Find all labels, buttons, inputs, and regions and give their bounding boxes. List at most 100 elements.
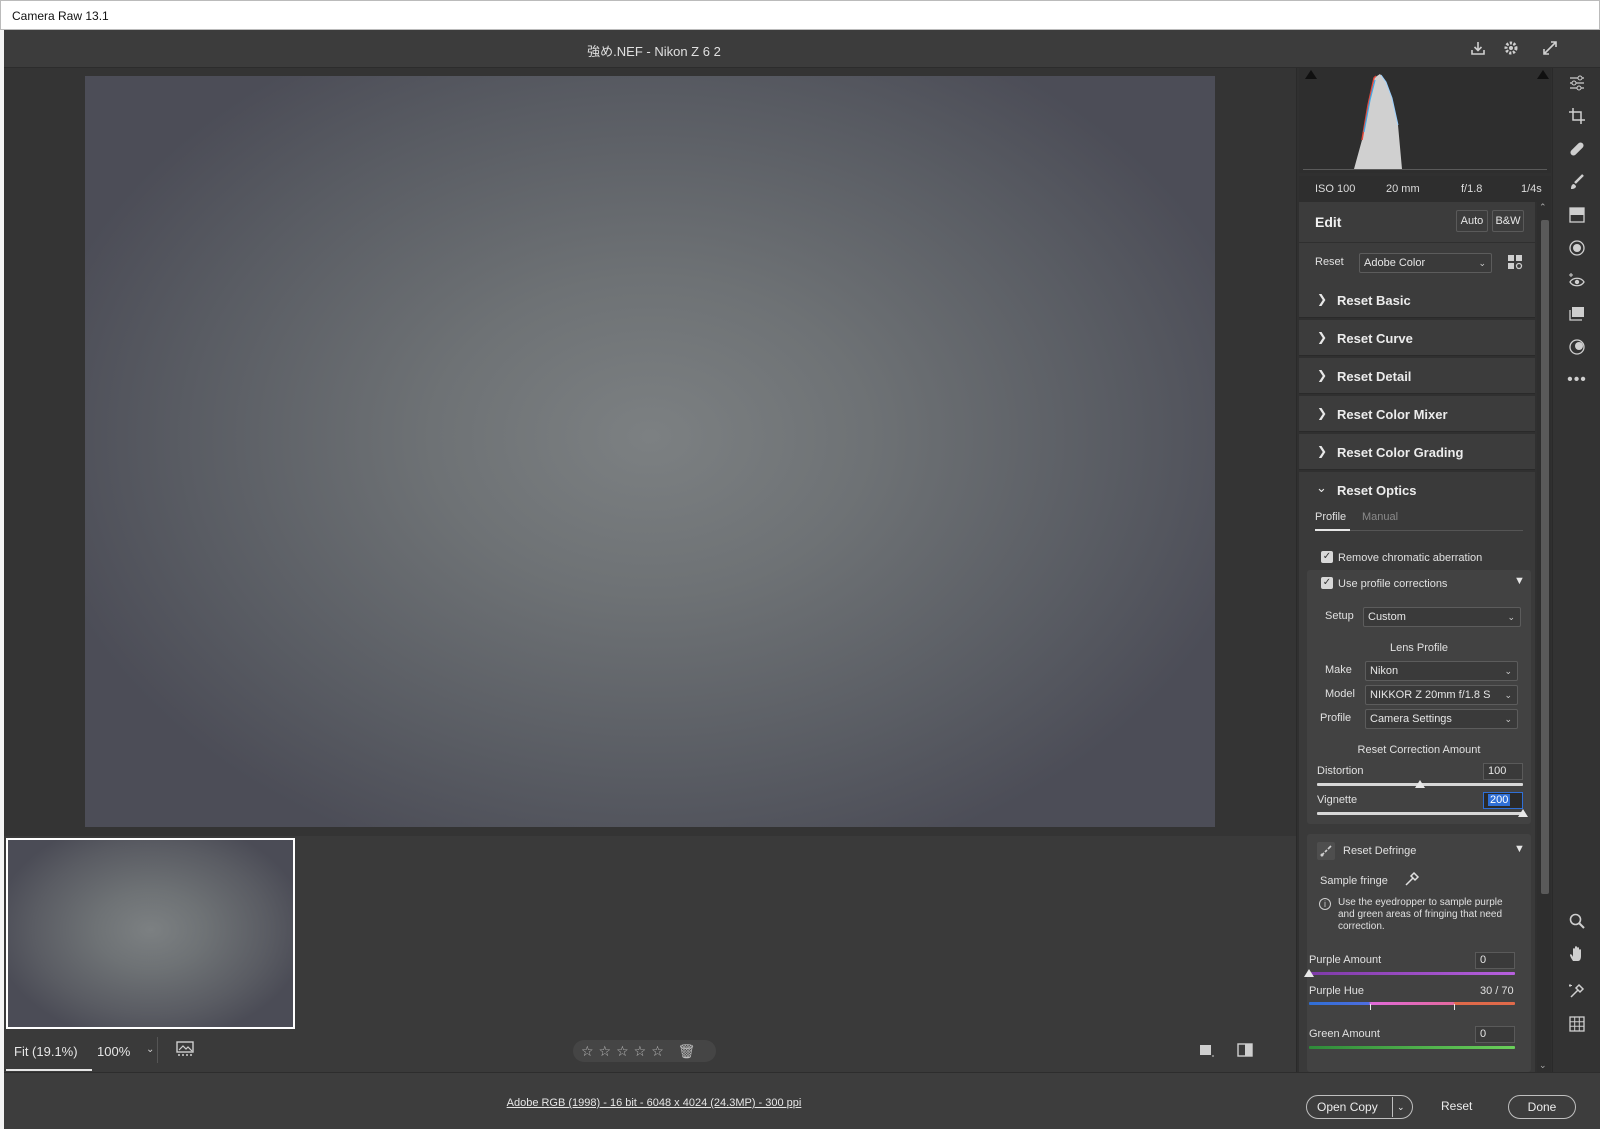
profile-browser-icon[interactable] [1507, 254, 1523, 270]
purple-hue-slider-track[interactable] [1309, 1002, 1515, 1005]
profile-select[interactable]: Adobe Color ⌄ [1359, 253, 1492, 273]
remove-ca-checkbox[interactable]: ✓ [1321, 551, 1333, 563]
panel-scrollbar-thumb[interactable] [1541, 220, 1549, 894]
purple-hue-value: 30 / 70 [1480, 985, 1514, 997]
setup-select[interactable]: Custom ⌄ [1363, 607, 1521, 627]
rating-stars[interactable]: ☆☆☆☆☆ 🗑 [573, 1040, 716, 1062]
viewer-bottom-bar: Fit (19.1%) 100% ⌄ ☆☆☆☆☆ 🗑 [4, 1029, 1296, 1072]
sample-fringe-label: Sample fringe [1320, 875, 1388, 887]
model-label: Model [1325, 688, 1355, 700]
green-amount-slider-track[interactable] [1309, 1046, 1515, 1049]
purple-hue-right-thumb[interactable] [1454, 1004, 1455, 1010]
section-color-grading[interactable]: ❯ Reset Color Grading [1299, 434, 1535, 470]
reset-button[interactable]: Reset [1441, 1099, 1472, 1113]
photo-preview[interactable] [85, 76, 1215, 827]
grid-overlay-icon[interactable] [1565, 1015, 1589, 1039]
color-sampler-icon[interactable] [1565, 982, 1589, 1006]
eyedropper-icon[interactable] [1403, 870, 1421, 888]
panel-scrollbar[interactable]: ⌃ ⌄ [1537, 202, 1551, 1072]
purple-amount-slider-track[interactable] [1309, 972, 1515, 975]
tab-manual[interactable]: Manual [1362, 511, 1398, 523]
shutter-value: 1/4s [1521, 183, 1542, 195]
highlight-clipping-icon[interactable] [1537, 70, 1549, 79]
purple-hue-left-thumb[interactable] [1370, 1004, 1371, 1010]
profile-reset-label[interactable]: Reset [1315, 256, 1344, 268]
section-detail[interactable]: ❯ Reset Detail [1299, 358, 1535, 394]
section-color-mixer[interactable]: ❯ Reset Color Mixer [1299, 396, 1535, 432]
histogram-graph [1354, 74, 1402, 169]
camera-info: ISO 100 20 mm f/1.8 1/4s [1299, 176, 1551, 202]
healing-icon[interactable] [1565, 140, 1589, 164]
purple-amount-slider-thumb[interactable] [1304, 969, 1314, 977]
zoom-100-button[interactable]: 100% [97, 1044, 130, 1059]
use-profile-checkbox[interactable]: ✓ [1321, 577, 1333, 589]
open-copy-dropdown-icon[interactable]: ⌄ [1397, 1095, 1405, 1119]
edit-sliders-icon[interactable] [1565, 74, 1589, 98]
bw-button[interactable]: B&W [1492, 210, 1524, 232]
star-rating[interactable]: ☆☆☆☆☆ [581, 1043, 669, 1059]
green-amount-input[interactable]: 0 [1475, 1026, 1515, 1043]
section-curve[interactable]: ❯ Reset Curve [1299, 320, 1535, 356]
collapse-triangle-icon[interactable]: ▼ [1514, 843, 1525, 855]
defringe-info-text: Use the eyedropper to sample purple and … [1338, 897, 1503, 932]
vignette-slider-track[interactable] [1317, 812, 1523, 815]
distortion-slider-thumb[interactable] [1415, 780, 1425, 788]
filmstrip-toggle-icon[interactable] [176, 1041, 198, 1059]
filmstrip [4, 836, 1296, 1029]
section-color-grading-label: Reset Color Grading [1337, 445, 1464, 460]
zoom-tool-icon[interactable] [1565, 912, 1589, 936]
chevron-down-icon: ⌄ [1504, 690, 1512, 700]
before-after-view-icon[interactable] [1236, 1041, 1256, 1061]
filmstrip-thumbnail[interactable] [6, 838, 295, 1029]
distortion-input[interactable]: 100 [1483, 763, 1523, 780]
edit-panel: ISO 100 20 mm f/1.8 1/4s Edit Auto B&W R… [1296, 68, 1552, 1072]
settings-gear-icon[interactable] [1501, 39, 1521, 59]
scroll-up-icon[interactable]: ⌃ [1539, 202, 1547, 213]
make-select[interactable]: Nikon ⌄ [1365, 661, 1518, 681]
model-select[interactable]: NIKKOR Z 20mm f/1.8 S ⌄ [1365, 685, 1518, 705]
defringe-icon[interactable] [1317, 842, 1335, 860]
snapshots-icon[interactable] [1565, 305, 1589, 329]
distortion-label: Distortion [1317, 765, 1364, 777]
image-viewer[interactable] [4, 68, 1296, 836]
scroll-down-icon[interactable]: ⌄ [1539, 1060, 1547, 1071]
zoom-fit-button[interactable]: Fit (19.1%) [14, 1044, 78, 1059]
fullscreen-icon[interactable] [1540, 39, 1560, 59]
purple-amount-input[interactable]: 0 [1475, 952, 1515, 969]
red-eye-icon[interactable] [1565, 272, 1589, 296]
purple-hue-label: Purple Hue [1309, 985, 1365, 997]
section-detail-label: Reset Detail [1337, 369, 1412, 384]
edit-panel-scroll[interactable]: Edit Auto B&W Reset Adobe Color ⌄ ❯ Reset … [1299, 202, 1535, 1072]
zoom-dropdown-icon[interactable]: ⌄ [146, 1044, 154, 1055]
more-options-icon[interactable]: ••• [1565, 368, 1589, 392]
presets-icon[interactable] [1565, 338, 1589, 362]
profile-row: Reset Adobe Color ⌄ [1299, 242, 1535, 282]
chevron-down-icon: ⌄ [1504, 666, 1512, 676]
collapse-triangle-icon[interactable]: ▼ [1514, 575, 1525, 587]
section-optics-header[interactable]: ⌄ Reset Optics [1299, 472, 1535, 508]
chevron-right-icon: ❯ [1317, 444, 1328, 458]
chevron-right-icon: ❯ [1317, 292, 1328, 306]
brush-icon[interactable] [1565, 173, 1589, 197]
vignette-input[interactable]: 200 [1483, 792, 1523, 809]
radial-gradient-icon[interactable] [1565, 239, 1589, 263]
auto-button[interactable]: Auto [1456, 210, 1488, 232]
histogram-baseline [1303, 169, 1547, 170]
hand-tool-icon[interactable] [1565, 945, 1589, 969]
linear-gradient-icon[interactable] [1565, 206, 1589, 230]
single-view-icon[interactable] [1197, 1041, 1217, 1061]
lens-profile-select[interactable]: Camera Settings ⌄ [1365, 709, 1518, 729]
done-button[interactable]: Done [1508, 1095, 1576, 1119]
iso-value: ISO 100 [1315, 183, 1356, 195]
vignette-slider-thumb[interactable] [1518, 809, 1528, 817]
workflow-options-link[interactable]: Adobe RGB (1998) - 16 bit - 6048 x 4024 … [4, 1097, 1304, 1109]
section-basic[interactable]: ❯ Reset Basic [1299, 282, 1535, 318]
crop-icon[interactable] [1565, 107, 1589, 131]
shadow-clipping-icon[interactable] [1305, 70, 1317, 79]
trash-icon[interactable]: 🗑 [678, 1043, 696, 1059]
save-image-icon[interactable] [1468, 39, 1488, 59]
chevron-right-icon: ❯ [1317, 368, 1328, 382]
setup-select-value: Custom [1368, 611, 1406, 623]
make-select-value: Nikon [1370, 665, 1399, 677]
tab-profile[interactable]: Profile [1315, 511, 1346, 523]
